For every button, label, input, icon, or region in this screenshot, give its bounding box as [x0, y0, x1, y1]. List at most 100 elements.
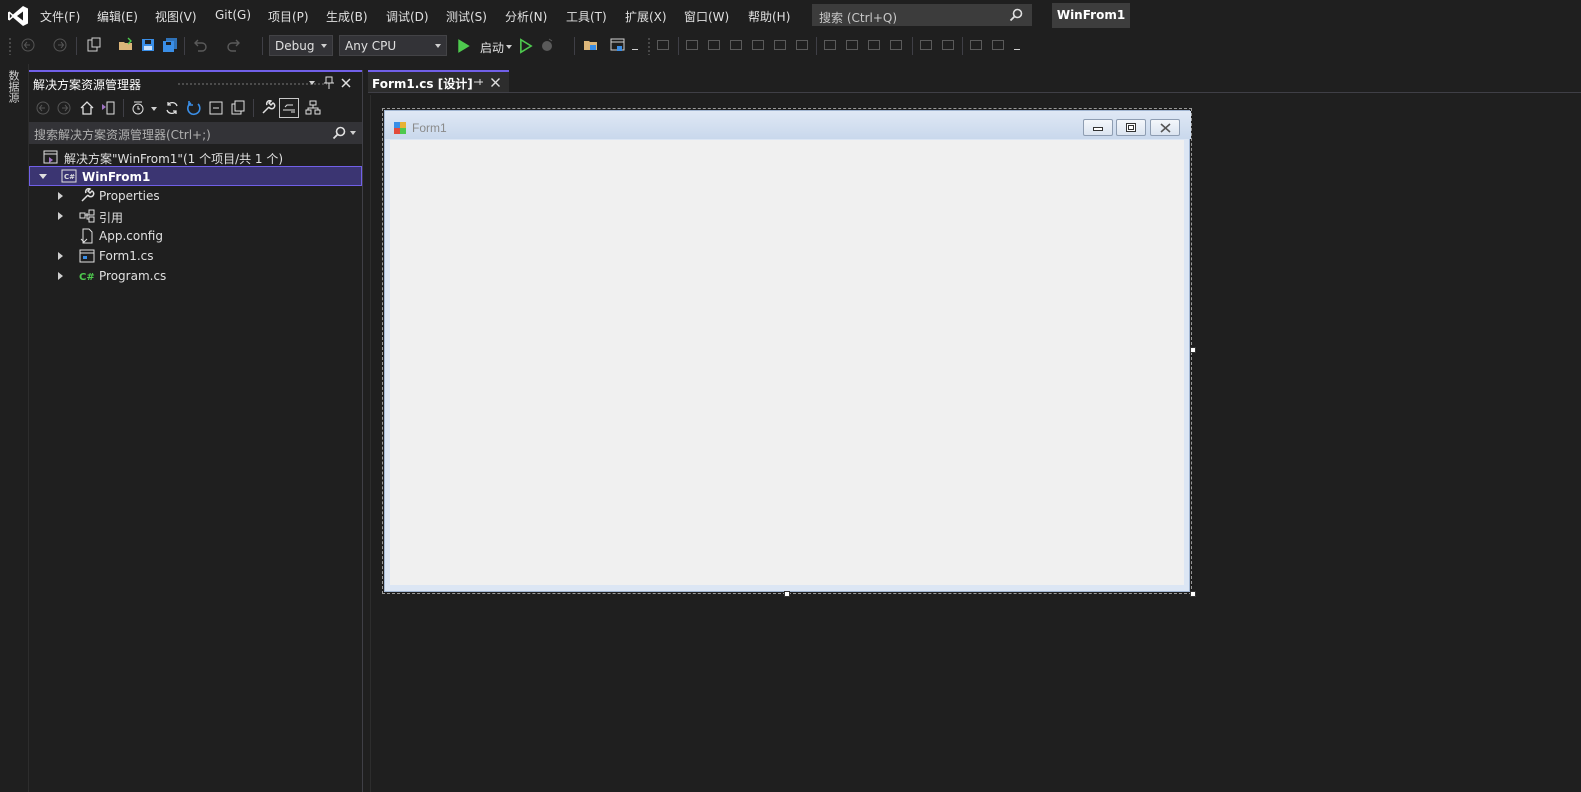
- switch-views-icon[interactable]: [100, 100, 116, 116]
- save-all-icon[interactable]: [162, 37, 178, 53]
- search-input[interactable]: 搜索 (Ctrl+Q): [812, 4, 1032, 26]
- pending-changes-filter-icon[interactable]: [130, 100, 146, 116]
- form-client-area[interactable]: [390, 140, 1184, 585]
- make-same-size-icon[interactable]: [868, 40, 880, 50]
- menu-edit[interactable]: 编辑(E): [97, 8, 138, 25]
- resize-handle-right[interactable]: [1190, 347, 1196, 353]
- menu-git[interactable]: Git(G): [215, 8, 251, 22]
- align-to-grid-icon[interactable]: [657, 40, 669, 50]
- preview-selected-items-button[interactable]: [279, 98, 299, 118]
- menu-window[interactable]: 窗口(W): [684, 8, 729, 25]
- toolbar-grip[interactable]: [647, 37, 651, 55]
- tree-item-program[interactable]: C# Program.cs: [29, 266, 362, 286]
- overflow-icon[interactable]: [1014, 49, 1020, 50]
- solution-search-input[interactable]: 搜索解决方案资源管理器(Ctrl+;): [29, 122, 362, 144]
- menu-analyze[interactable]: 分析(N): [505, 8, 547, 25]
- chevron-down-icon[interactable]: [151, 107, 157, 111]
- vertical-spacing-icon[interactable]: [942, 40, 954, 50]
- collapse-all-icon[interactable]: [208, 100, 224, 116]
- horizontal-spacing-icon[interactable]: [920, 40, 932, 50]
- close-icon[interactable]: [490, 77, 501, 88]
- overflow-icon[interactable]: [632, 49, 638, 50]
- expand-arrow-icon[interactable]: [58, 272, 63, 280]
- menu-test[interactable]: 测试(S): [446, 8, 487, 25]
- menu-file[interactable]: 文件(F): [40, 8, 80, 25]
- properties-wrench-icon[interactable]: [260, 100, 276, 116]
- menu-view[interactable]: 视图(V): [155, 8, 197, 25]
- align-tops-icon[interactable]: [752, 40, 764, 50]
- config-file-icon: [80, 228, 93, 244]
- navigate-forward-icon[interactable]: [52, 37, 68, 53]
- open-folder-icon[interactable]: [118, 37, 134, 53]
- visual-studio-logo-icon[interactable]: [6, 4, 30, 28]
- menu-build[interactable]: 生成(B): [326, 8, 368, 25]
- make-same-width-icon[interactable]: [824, 40, 836, 50]
- size-to-grid-icon[interactable]: [890, 40, 902, 50]
- align-rights-icon[interactable]: [730, 40, 742, 50]
- menu-tools[interactable]: 工具(T): [566, 8, 607, 25]
- close-icon[interactable]: [340, 77, 352, 89]
- data-sources-tab[interactable]: 数据源: [7, 70, 21, 103]
- form-window[interactable]: Form1: [384, 110, 1191, 592]
- align-middles-icon[interactable]: [774, 40, 786, 50]
- menu-debug[interactable]: 调试(D): [386, 8, 429, 25]
- start-without-debugging-icon[interactable]: [518, 38, 534, 54]
- sync-icon[interactable]: [164, 100, 180, 116]
- start-play-icon[interactable]: [456, 38, 472, 54]
- tree-item-app-config[interactable]: App.config: [29, 226, 362, 246]
- back-icon[interactable]: [35, 100, 51, 116]
- expand-arrow-icon[interactable]: [58, 192, 63, 200]
- chevron-down-icon[interactable]: [506, 45, 512, 49]
- make-same-height-icon[interactable]: [846, 40, 858, 50]
- toolbar-grip[interactable]: [8, 37, 12, 55]
- forward-icon[interactable]: [56, 100, 72, 116]
- class-diagram-icon[interactable]: [305, 100, 321, 116]
- solution-name-badge[interactable]: WinFrom1: [1052, 3, 1130, 28]
- solution-explorer-toolbar: [29, 94, 362, 122]
- expand-arrow-icon[interactable]: [58, 252, 63, 260]
- form-close-button[interactable]: [1150, 119, 1180, 136]
- collapse-arrow-icon[interactable]: [39, 174, 47, 179]
- show-all-files-icon[interactable]: [230, 100, 246, 116]
- form-minimize-button[interactable]: [1083, 119, 1113, 136]
- menu-help[interactable]: 帮助(H): [748, 8, 790, 25]
- window-layout-icon[interactable]: [610, 37, 626, 53]
- refresh-icon[interactable]: [186, 100, 202, 116]
- tree-project-node[interactable]: C# WinFrom1: [29, 166, 362, 186]
- maximize-icon: [1126, 123, 1136, 132]
- send-to-back-icon[interactable]: [992, 40, 1004, 50]
- window-position-dropdown-icon[interactable]: [309, 81, 315, 85]
- platform-dropdown[interactable]: Any CPU: [339, 35, 447, 56]
- undo-icon[interactable]: [192, 37, 208, 53]
- bring-to-front-icon[interactable]: [970, 40, 982, 50]
- standard-toolbar: Debug Any CPU 启动: [0, 31, 1581, 61]
- navigate-back-icon[interactable]: [20, 37, 36, 53]
- panel-grip[interactable]: [177, 82, 327, 86]
- align-bottoms-icon[interactable]: [796, 40, 808, 50]
- tree-solution-node[interactable]: 解决方案"WinFrom1"(1 个项目/共 1 个): [29, 147, 362, 167]
- configuration-dropdown[interactable]: Debug: [269, 35, 333, 56]
- new-project-icon[interactable]: [86, 37, 102, 53]
- tree-item-references[interactable]: 引用: [29, 206, 362, 226]
- pin-icon[interactable]: [473, 77, 484, 88]
- hot-reload-icon[interactable]: [540, 37, 556, 53]
- start-button-label[interactable]: 启动: [480, 39, 504, 56]
- save-icon[interactable]: [140, 37, 156, 53]
- menu-extensions[interactable]: 扩展(X): [625, 8, 667, 25]
- pin-icon[interactable]: [323, 76, 335, 90]
- home-icon[interactable]: [79, 100, 95, 116]
- tree-item-form1[interactable]: Form1.cs: [29, 246, 362, 266]
- search-options-chevron-icon[interactable]: [350, 131, 356, 135]
- solution-explorer-sync-icon[interactable]: [583, 37, 599, 53]
- redo-icon[interactable]: [226, 37, 242, 53]
- menu-project[interactable]: 项目(P): [268, 8, 309, 25]
- resize-handle-bottom-right[interactable]: [1190, 591, 1196, 597]
- tree-item-properties[interactable]: Properties: [29, 186, 362, 206]
- expand-arrow-icon[interactable]: [58, 212, 63, 220]
- tab-form1-design[interactable]: Form1.cs [设计]: [368, 70, 509, 92]
- resize-handle-bottom[interactable]: [784, 591, 790, 597]
- form-titlebar[interactable]: Form1: [385, 111, 1191, 139]
- form-maximize-button[interactable]: [1116, 119, 1146, 136]
- align-centers-icon[interactable]: [708, 40, 720, 50]
- align-lefts-icon[interactable]: [686, 40, 698, 50]
